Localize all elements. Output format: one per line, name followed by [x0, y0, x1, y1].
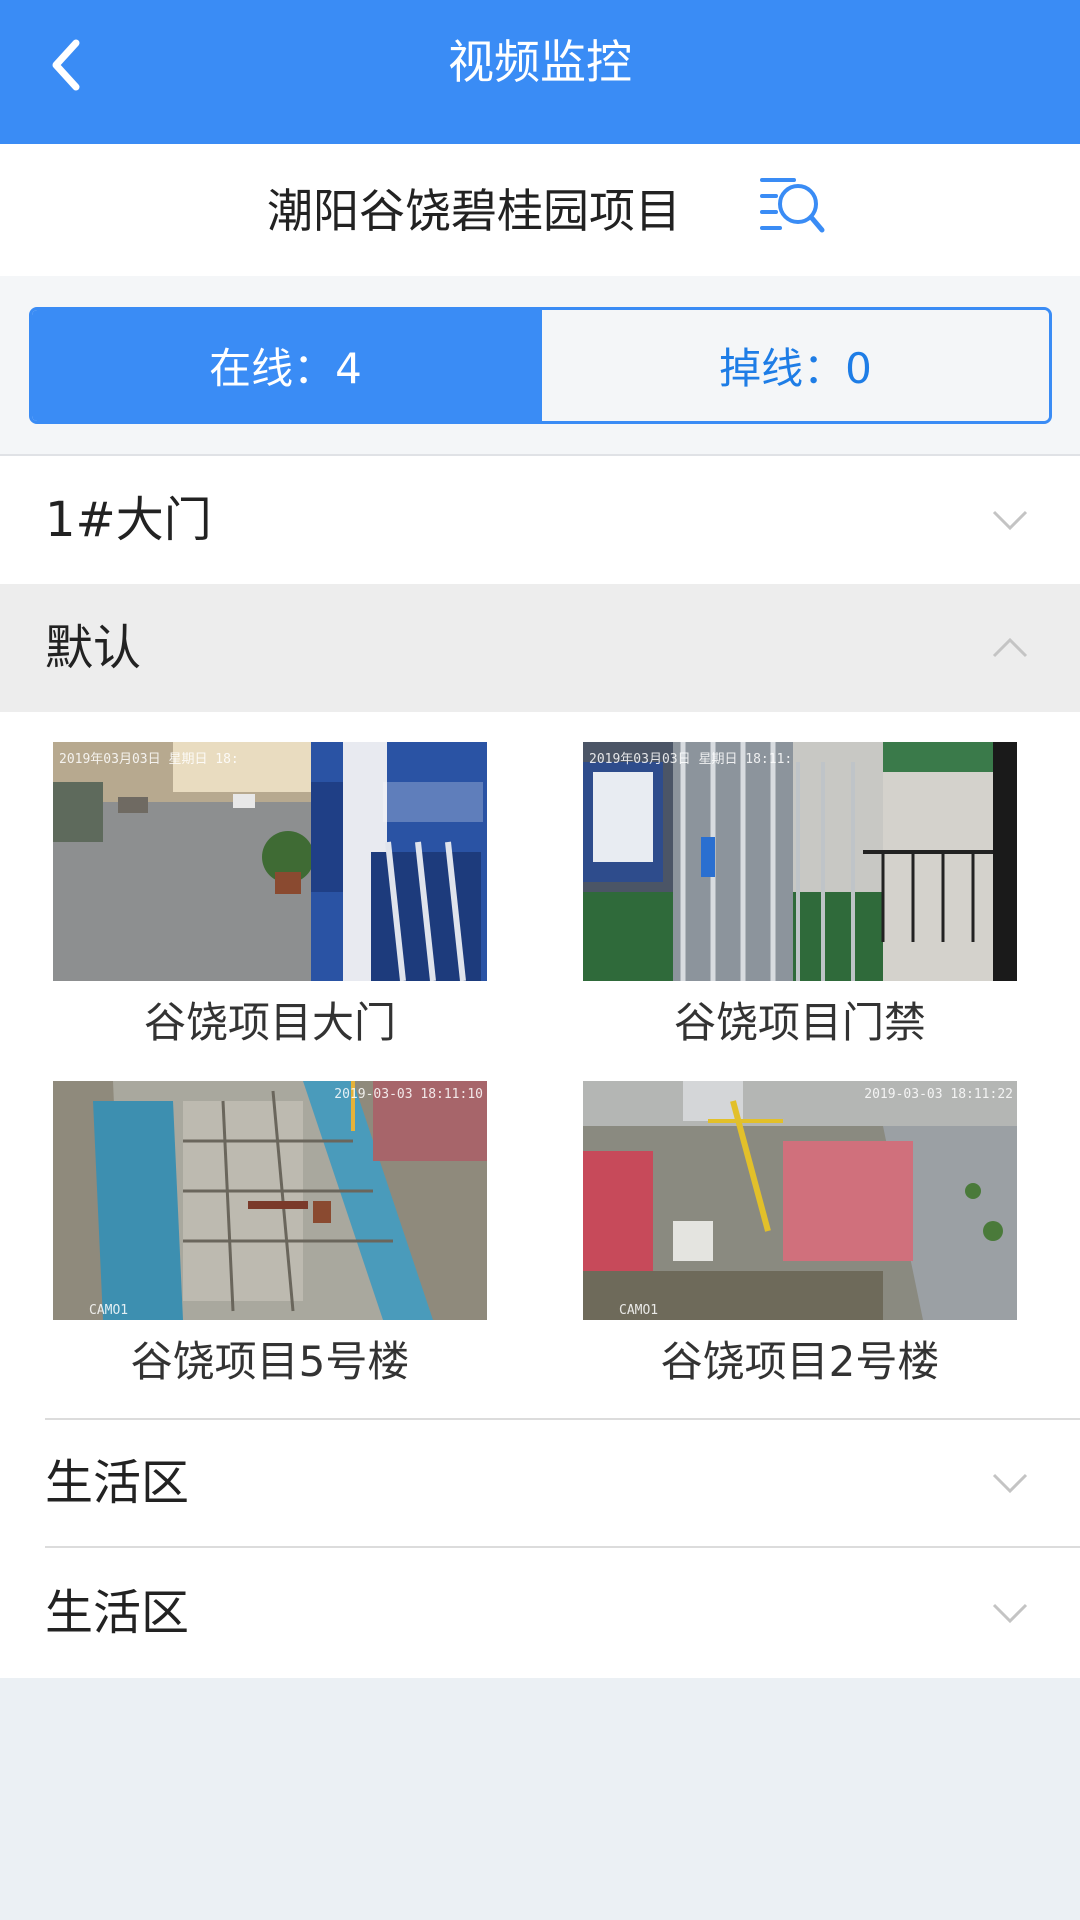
- camera-timestamp: 2019-03-03 18:11:10: [334, 1087, 483, 1102]
- camera-tile[interactable]: 2019-03-03 18:11:10 CAMO1 谷饶项目5号楼: [53, 1081, 487, 1386]
- camera-grid: 2019年03月03日 星期日 18: 谷饶项目大门 2019年03月03日 星…: [0, 712, 1080, 1419]
- camera-timestamp: 2019-03-03 18:11:22: [864, 1087, 1013, 1102]
- chevron-up-icon: [992, 637, 1028, 658]
- group-header-living-1[interactable]: 生活区: [0, 1420, 1080, 1546]
- camera-tile[interactable]: 2019-03-03 18:11:22 CAMO1 谷饶项目2号楼: [583, 1081, 1017, 1386]
- list-search-icon: [760, 178, 825, 233]
- camera-name: 谷饶项目门禁: [673, 998, 926, 1047]
- project-bar: 潮阳谷饶碧桂园项目: [0, 144, 1080, 276]
- chevron-down-icon: [992, 1603, 1028, 1624]
- group-label: 1#大门: [45, 492, 212, 548]
- camera-timestamp: 2019年03月03日 星期日 18:11:: [589, 752, 793, 767]
- camera-tile[interactable]: 2019年03月03日 星期日 18: 谷饶项目大门: [53, 742, 487, 1047]
- group-label: 生活区: [45, 1455, 190, 1511]
- search-button[interactable]: [758, 172, 826, 240]
- camera-name: 谷饶项目2号楼: [660, 1337, 940, 1386]
- group-header-default[interactable]: 默认: [0, 584, 1080, 712]
- camera-tile[interactable]: 2019年03月03日 星期日 18:11: 谷饶项目门禁: [583, 742, 1017, 1047]
- status-section: 在线：4 掉线：0: [0, 276, 1080, 456]
- camera-timestamp: 2019年03月03日 星期日 18:: [59, 752, 239, 767]
- group-label: 生活区: [45, 1585, 190, 1641]
- camera-id: CAMO1: [619, 1303, 659, 1318]
- camera-name: 谷饶项目5号楼: [130, 1337, 410, 1386]
- app-header: 视频监控: [0, 0, 1080, 144]
- group-header-gate[interactable]: 1#大门: [0, 456, 1080, 584]
- camera-thumbnail: 2019-03-03 18:11:22 CAMO1: [583, 1081, 1017, 1320]
- camera-name: 谷饶项目大门: [143, 998, 396, 1047]
- offline-tab[interactable]: 掉线：0: [539, 310, 1049, 421]
- camera-id: CAMO1: [89, 1303, 129, 1318]
- chevron-down-icon: [992, 510, 1028, 531]
- camera-thumbnail: 2019-03-03 18:11:10 CAMO1: [53, 1081, 487, 1320]
- chevron-down-icon: [992, 1473, 1028, 1494]
- online-tab[interactable]: 在线：4: [32, 310, 539, 421]
- status-toggle: 在线：4 掉线：0: [29, 307, 1052, 424]
- group-header-living-2[interactable]: 生活区: [0, 1548, 1080, 1678]
- camera-thumbnail: 2019年03月03日 星期日 18:11:: [583, 742, 1017, 981]
- page-title: 视频监控: [448, 35, 632, 89]
- group-label: 默认: [45, 620, 142, 676]
- camera-thumbnail: 2019年03月03日 星期日 18:: [53, 742, 487, 981]
